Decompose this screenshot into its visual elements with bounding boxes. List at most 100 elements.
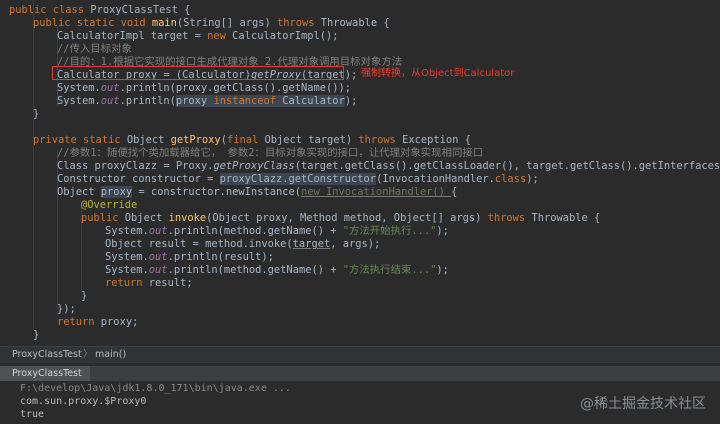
code-token: Object — [57, 186, 101, 198]
code-line: public static void main(String[] args) t… — [0, 17, 720, 30]
code-token: "方法执行结束..." — [342, 264, 437, 276]
code-token: return — [105, 277, 149, 289]
code-token: main — [151, 17, 177, 29]
code-token: (String[] args) — [176, 17, 277, 29]
run-tool-window-header: ProxyClassTest — [0, 365, 720, 382]
code-token: (InvocationHandler. — [376, 173, 495, 185]
code-token: .println(result); — [167, 251, 274, 263]
code-token: getProxyClass — [213, 160, 295, 172]
code-token: System. — [57, 82, 101, 94]
code-line: } — [0, 329, 720, 342]
code-token: proxy; — [100, 316, 139, 328]
code-line: System.out.println(result); — [0, 251, 720, 264]
code-token: } — [81, 290, 88, 302]
code-token: Calculator — [282, 95, 345, 107]
code-token: "方法开始执行..." — [342, 225, 437, 237]
code-token: invoke — [168, 212, 207, 224]
code-token: getProxy — [170, 134, 221, 146]
code-token: result; — [148, 277, 193, 289]
code-token: new — [207, 30, 233, 42]
watermark: @稀土掘金技术社区 — [580, 396, 706, 412]
code-line: System.out.println(method.getName() + "方… — [0, 264, 720, 277]
code-line: public class ProxyClassTest { — [0, 4, 720, 17]
highlight-box — [52, 66, 344, 80]
code-token: throws — [276, 17, 321, 29]
code-line: CalculatorImpl target = new CalculatorIm… — [0, 30, 720, 43]
code-token: public — [81, 212, 125, 224]
code-token: out — [100, 95, 120, 107]
code-token: //传入目标对象 — [57, 43, 132, 55]
code-token: System. — [57, 95, 101, 107]
breadcrumb-class[interactable]: ProxyClassTest — [12, 347, 82, 363]
run-tab[interactable]: ProxyClassTest — [0, 366, 90, 382]
code-token: = constructor.newInstance( — [132, 186, 301, 198]
code-token: out — [148, 225, 168, 237]
code-token: Object — [126, 134, 171, 146]
code-token: ); — [436, 225, 449, 237]
code-token: out — [148, 251, 168, 263]
breadcrumb-separator: 〉 — [83, 349, 93, 360]
code-line: System.out.println(method.getName() + "方… — [0, 225, 720, 238]
code-token: final — [226, 134, 265, 146]
code-token: out — [100, 82, 120, 94]
code-line: return proxy; — [0, 316, 720, 329]
breadcrumb: ProxyClassTest 〉 main() — [0, 346, 720, 363]
code-token: //参数1：随便找个类加载器给它， 参数2：目标对象实现的接口，让代理对象实现相… — [57, 147, 484, 159]
code-line: //参数1：随便找个类加载器给它， 参数2：目标对象实现的接口，让代理对象实现相… — [0, 147, 720, 160]
code-token: .println( — [119, 95, 176, 107]
code-line: //传入目标对象 — [0, 43, 720, 56]
code-token: System. — [105, 251, 149, 263]
code-line: }); — [0, 303, 720, 316]
code-token: System. — [105, 225, 149, 237]
code-token: out — [148, 264, 168, 276]
cast-annotation: 强制转换，从Object到Calculator — [361, 68, 515, 79]
code-editor[interactable]: public class ProxyClassTest {public stat… — [0, 0, 720, 342]
console-line: F:\develop\Java\jdk1.8.0_171\bin\java.ex… — [20, 383, 291, 394]
code-token: Class proxyClazz = Proxy. — [57, 160, 214, 172]
code-line: } — [0, 108, 720, 121]
code-token: Object result = method.invoke( — [105, 238, 293, 250]
code-token: ); — [526, 173, 539, 185]
code-token: .println(proxy.getClass().getName()); — [119, 82, 352, 94]
code-line: @Override — [0, 199, 720, 212]
code-token: Throwable { — [320, 17, 390, 29]
code-token: throws — [487, 212, 532, 224]
code-token: .println(method.getName() + — [167, 264, 343, 276]
code-token: ); — [344, 95, 358, 107]
code-token: return — [57, 316, 101, 328]
code-token: proxyClazz.getConstructor — [219, 173, 377, 185]
code-token: (Object proxy, Method method, Object[] a… — [206, 212, 488, 224]
console-line: com.sun.proxy.$Proxy0 — [20, 396, 147, 407]
code-token: CalculatorImpl(); — [232, 30, 339, 42]
code-line: Constructor constructor = proxyClazz.get… — [0, 173, 720, 186]
code-token: ProxyClassTest { — [90, 4, 191, 16]
code-line: private static Object getProxy(final Obj… — [0, 134, 720, 147]
code-token: (target.getClass().getClassLoader(), tar… — [294, 160, 720, 172]
code-line: Object result = method.invoke(target, ar… — [0, 238, 720, 251]
code-token: ); — [436, 264, 449, 276]
code-token: }); — [57, 303, 76, 315]
code-token: System. — [105, 264, 149, 276]
code-token: target — [292, 238, 331, 250]
code-token: CalculatorImpl target = — [57, 30, 208, 42]
code-token: { — [451, 186, 458, 198]
code-token: new InvocationHandler() — [300, 186, 452, 198]
code-token: Object — [124, 212, 169, 224]
code-token: .println(method.getName() + — [167, 225, 343, 237]
code-token: proxy — [175, 95, 214, 107]
code-line: public Object invoke(Object proxy, Metho… — [0, 212, 720, 225]
code-token: public class — [9, 4, 91, 16]
console-line: true — [20, 409, 45, 420]
code-token: proxy — [100, 186, 133, 198]
breadcrumb-method[interactable]: main() — [95, 347, 126, 363]
code-token: @Override — [81, 199, 138, 211]
code-token: Object target) — [264, 134, 359, 146]
code-token: Exception { — [402, 134, 471, 146]
code-token: Throwable { — [531, 212, 601, 224]
code-token: } — [33, 108, 40, 120]
code-token: Constructor constructor = — [57, 173, 220, 185]
code-line: System.out.println(proxy instanceof Calc… — [0, 95, 720, 108]
code-line: System.out.println(proxy.getClass().getN… — [0, 82, 720, 95]
code-token: public static void — [33, 17, 152, 29]
